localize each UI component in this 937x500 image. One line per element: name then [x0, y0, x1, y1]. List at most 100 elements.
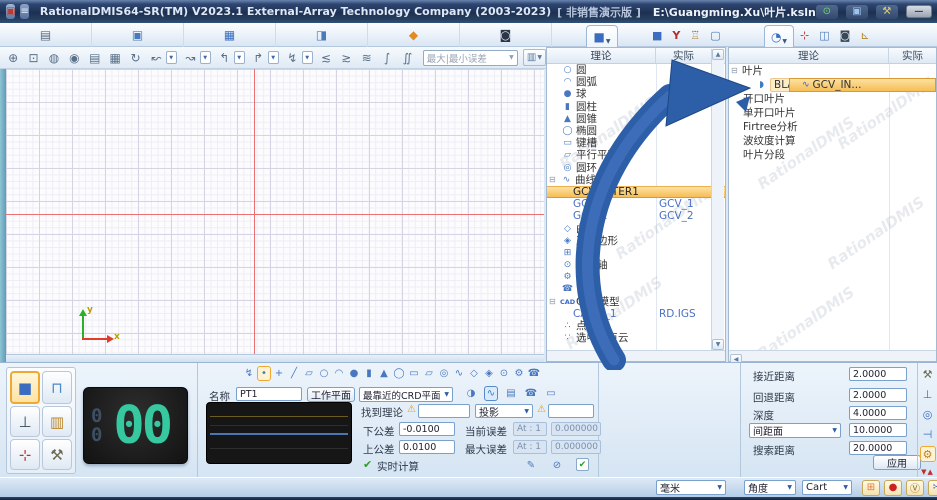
expander-icon[interactable]: ⊟ — [549, 296, 558, 308]
tree-row-blade1[interactable]: ◗ BLADE1 ∿ GCV_IN... — [729, 78, 936, 92]
probe-icon[interactable]: ⊥ — [920, 386, 936, 402]
image-icon[interactable]: ▤ — [86, 49, 104, 67]
settings-gear-icon[interactable]: ⚙ — [920, 446, 936, 462]
probe-status-icon[interactable]: Ⓥ — [906, 480, 924, 496]
magnifier-icon[interactable]: ◎ — [920, 406, 936, 422]
tree-row-ellipse[interactable]: ◯椭圆 — [547, 125, 725, 137]
zoom-region-icon[interactable]: ⊡ — [24, 49, 42, 67]
tree-row-selected-point-cloud[interactable]: ∵选中的点云 — [547, 332, 725, 344]
theory-column-header[interactable]: 理论 — [547, 48, 656, 63]
scan-curve-2-icon[interactable]: ∬ — [398, 49, 416, 67]
actual-column-header[interactable]: 实际 — [889, 48, 936, 63]
result-graph-toggle[interactable]: ∿ — [484, 386, 498, 401]
canvas-splitter[interactable] — [6, 354, 544, 362]
eye-icon[interactable]: ◉ — [65, 49, 83, 67]
probe-path-1-dropdown[interactable]: ▼ — [166, 51, 177, 64]
frame-icon[interactable]: ◫ — [819, 29, 829, 42]
tree-row-cad-model[interactable]: ⊟CADCAD模型 — [547, 296, 725, 308]
tree-row-cylinder[interactable]: ▮圆柱 — [547, 101, 725, 113]
minimize-button[interactable]: — — [906, 5, 932, 18]
sweep-low-icon[interactable]: ≲ — [317, 49, 335, 67]
projection-dropdown[interactable]: 投影 ▼ — [475, 404, 533, 418]
cube-small-icon[interactable]: ■ — [652, 29, 662, 42]
monitor-icon[interactable]: ▢ — [710, 29, 720, 42]
result-card-toggle[interactable]: ▭ — [544, 386, 558, 401]
expander-icon[interactable]: ⊟ — [731, 65, 740, 77]
ribbon-tab-1[interactable]: ▤ — [0, 23, 92, 47]
result-sphere-toggle[interactable]: ◑ — [464, 386, 478, 401]
caliper-mode-button[interactable]: ⊓ — [42, 371, 72, 404]
tree-row-gcv-2[interactable]: GCV_2GCV_2 — [547, 210, 725, 222]
projection-input[interactable] — [548, 404, 594, 418]
theory-column-header[interactable]: 理论 — [729, 48, 889, 63]
tree-row-cone[interactable]: ▲圆锥 — [547, 113, 725, 125]
sweep-surface-icon[interactable]: ≋ — [358, 49, 376, 67]
tree-row-gcv-inter1[interactable]: GCV_INTER1 — [547, 186, 725, 198]
machine-mode-button[interactable]: ⚒ — [42, 439, 72, 470]
ribbon-tab-3[interactable]: ▦ — [184, 23, 276, 47]
horizontal-scrollbar[interactable]: ◀ — [729, 350, 936, 361]
workplane-button[interactable]: 工作平面 — [307, 387, 355, 402]
tree-row-parallel-planes[interactable]: ▱平行平面 — [547, 149, 725, 161]
scan-curve-icon[interactable]: ∫ — [378, 49, 396, 67]
probe-path-2-icon[interactable]: ↝ — [181, 49, 200, 67]
sweep-high-icon[interactable]: ≳ — [337, 49, 355, 67]
axes-icon[interactable]: ⊹ — [800, 29, 809, 42]
snapshot-icon[interactable]: ▦ — [106, 49, 124, 67]
spacing-input[interactable] — [849, 423, 907, 437]
tree-row-open-blade[interactable]: 开口叶片 — [729, 92, 936, 106]
tree-row-circle[interactable]: ○圆 — [547, 64, 725, 76]
crown-icon[interactable]: ♖ — [690, 29, 700, 42]
feature-view-tab[interactable]: ■▼ — [586, 25, 618, 47]
tree-row-cadm-1[interactable]: CADM_1RD.IGS — [547, 308, 725, 320]
coordinate-mode-button[interactable]: ⊹ — [10, 439, 40, 470]
result-table-toggle[interactable]: ▤ — [504, 386, 518, 401]
fixture-mode-button[interactable]: ▥ — [42, 406, 72, 437]
probe-mode-button[interactable]: ⊥ — [10, 406, 40, 437]
confirm-checkbox[interactable]: ✔ — [576, 458, 589, 471]
tree-row-sphere[interactable]: ●球 — [547, 88, 725, 100]
machine-icon[interactable]: ⚒ — [920, 366, 936, 382]
probe-config-icon[interactable]: ⊣ — [920, 426, 936, 442]
edit-icon[interactable]: ✎ — [524, 458, 538, 473]
probe-path-3-dropdown[interactable]: ▼ — [234, 51, 245, 64]
angle-dropdown[interactable]: 角度 ▼ — [744, 480, 796, 495]
units-dropdown[interactable]: 毫米 ▼ — [656, 480, 726, 495]
trackball-icon[interactable]: ◍ — [45, 49, 63, 67]
actual-column-header[interactable]: 实际 — [656, 48, 711, 63]
feature-mode-button[interactable]: ■ — [10, 371, 40, 404]
tree-row-arc[interactable]: ◠圆弧 — [547, 76, 725, 88]
rotate-icon[interactable]: ↻ — [126, 49, 144, 67]
expander-icon[interactable]: ⊟ — [549, 174, 558, 186]
tree-row-camshaft[interactable]: ⊙凸轮轴 — [547, 259, 725, 271]
result-pipe-toggle[interactable]: ☎ — [524, 386, 538, 401]
blade-view-tab[interactable]: ◔▼ — [764, 25, 794, 47]
realtime-checkbox[interactable]: ✔ — [363, 458, 372, 471]
probe-path-5-dropdown[interactable]: ▼ — [302, 51, 313, 64]
lower-tolerance-input[interactable] — [399, 422, 455, 436]
approach-input[interactable] — [849, 367, 907, 381]
upper-tolerance-input[interactable] — [399, 440, 455, 454]
tree-row-blade-root[interactable]: ⊟叶片 — [729, 64, 936, 78]
tree-row-firtree-analysis[interactable]: Firtree分析 — [729, 120, 936, 134]
ribbon-tab-6[interactable]: ◙ — [460, 23, 552, 47]
search-distance-input[interactable] — [849, 441, 907, 455]
tree-row-gcv-1[interactable]: GCV_1GCV_1 — [547, 198, 725, 210]
remote-display-icon[interactable]: ▣ — [846, 5, 868, 19]
tree-row-point-cloud[interactable]: ∴点云 — [547, 320, 725, 332]
find-theory-input[interactable] — [418, 404, 470, 418]
tree-row-single-open-blade[interactable]: 单开口叶片 — [729, 106, 936, 120]
error-mode-dropdown[interactable]: 最大|最小误差 ▼ — [423, 50, 518, 66]
machine-tools-icon[interactable]: ⚒ — [876, 5, 898, 19]
probe-y-icon[interactable]: Y — [672, 29, 680, 42]
tree-row-surface[interactable]: ◇曲面 — [547, 222, 725, 234]
vertical-scrollbar[interactable]: ▲ ▼ — [711, 49, 724, 350]
tree-row-combine[interactable]: ⊞组合 — [547, 247, 725, 259]
probe-path-4-dropdown[interactable]: ▼ — [268, 51, 279, 64]
ribbon-tab-5[interactable]: ◆ — [368, 23, 460, 47]
gallery-split-button[interactable]: ▥▼ — [523, 49, 546, 66]
tree-row-waviness[interactable]: 波纹度计算 — [729, 134, 936, 148]
spacing-plane-dropdown[interactable]: 间距面 ▼ — [749, 423, 841, 438]
scroll-up-button[interactable]: ▲ — [712, 49, 724, 60]
scroll-down-button[interactable]: ▼ — [712, 339, 724, 350]
